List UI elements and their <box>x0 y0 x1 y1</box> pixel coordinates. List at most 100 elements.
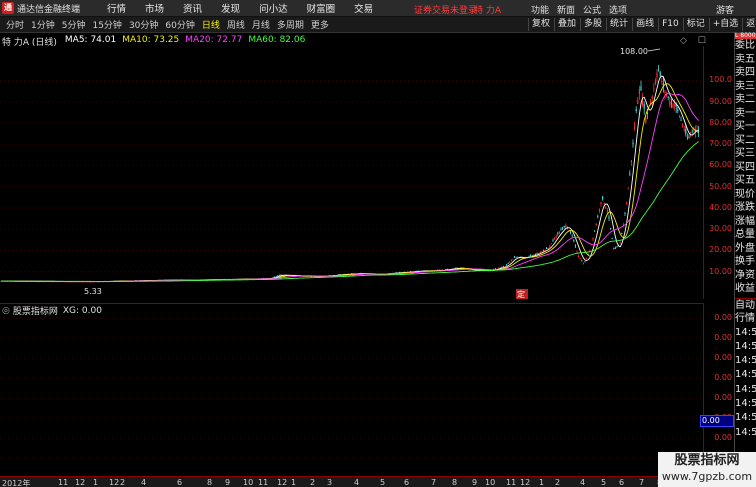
function-button[interactable]: 复权 <box>528 18 553 31</box>
period-tab[interactable]: 分时 <box>6 18 24 31</box>
low-price-label: 5.33 <box>84 287 102 296</box>
period-tabs: 分时 1分钟 5分钟 15分钟 30分钟 60分钟 日线 周线 月线 多周期 更多 <box>6 18 336 31</box>
current-stock-title: 特 力A <box>474 6 502 16</box>
candle-body <box>541 251 543 253</box>
candle-body <box>672 103 674 108</box>
candle-body <box>656 72 658 78</box>
candle-body <box>682 124 684 126</box>
candle-body <box>661 81 663 82</box>
candle-body <box>547 248 549 249</box>
period-tab[interactable]: 60分钟 <box>165 18 194 31</box>
menu-item[interactable]: 资讯 <box>183 1 202 15</box>
function-button[interactable]: 画线 <box>632 18 657 31</box>
indicator-tick-label: 0.00 <box>714 433 732 442</box>
quote-field-label: 涨跌 <box>735 202 755 213</box>
candle-body <box>664 91 666 93</box>
tick-time: 14:5 <box>735 397 756 409</box>
candle-body <box>469 269 471 271</box>
function-button[interactable]: +自选 <box>708 18 742 31</box>
function-button[interactable]: 返回 <box>742 18 756 31</box>
price-chart[interactable]: 108.00 5.33 定 <box>0 46 703 299</box>
date-tick-label: 11 <box>58 478 69 487</box>
app-name: 通达信金融终端 <box>17 4 81 15</box>
menu-item[interactable]: 交易 <box>354 1 373 15</box>
candle-body <box>536 253 538 254</box>
tick-time: 14:5 <box>735 340 756 352</box>
date-tick-label: 6 <box>177 478 183 487</box>
period-tab[interactable]: 日线 <box>202 18 220 31</box>
period-tab[interactable]: 30分钟 <box>129 18 158 31</box>
date-tick-label: 6 <box>619 478 625 487</box>
tick-panel-label[interactable]: 行情 <box>735 312 756 326</box>
date-tick-label: 10 <box>243 478 254 487</box>
ma10-line <box>1 83 699 283</box>
date-tick-label: 3 <box>327 478 333 487</box>
candle-body <box>531 255 533 257</box>
function-button[interactable]: F10 <box>658 18 682 31</box>
function-button[interactable]: 多股 <box>580 18 605 31</box>
period-tab[interactable]: 多周期 <box>277 18 304 31</box>
period-tab[interactable]: 15分钟 <box>92 18 121 31</box>
candle-body <box>683 129 685 131</box>
candle-body <box>563 226 565 227</box>
period-tab[interactable]: 1分钟 <box>31 18 55 31</box>
candle-body <box>610 228 612 229</box>
chart-toggle-icons[interactable]: ◇ ☐ <box>680 36 710 46</box>
price-tick-label: 20.00 <box>709 245 732 255</box>
function-button[interactable]: 叠加 <box>554 18 579 31</box>
function-button[interactable]: 标记 <box>682 18 708 31</box>
indicator-tick-label: 0.00 <box>714 373 732 382</box>
indicator-name[interactable]: 股票指标网 <box>13 304 58 317</box>
trade-login-status[interactable]: 证券交易未登录 <box>414 3 477 16</box>
quote-field-label: 总量 <box>735 229 755 240</box>
candle-body <box>554 238 556 240</box>
right-menu-item[interactable]: 功能 <box>531 3 549 16</box>
ma-legend-item: MA60: 82.06 <box>248 35 306 45</box>
function-buttons: 复权叠加多股统计画线F10标记+自选返回 <box>528 18 756 31</box>
tick-panel-label[interactable]: 自动 <box>735 299 756 313</box>
tick-time: 14:5 <box>735 326 756 338</box>
quote-field-label: 卖三 <box>735 80 755 92</box>
function-button[interactable]: 统计 <box>606 18 631 31</box>
tick-time: 14:5 <box>735 369 756 381</box>
main-menu: 行情 市场 资讯 发现 问小达 财富圈 交易 <box>107 1 392 15</box>
candle-body <box>507 262 509 264</box>
candle-body <box>686 137 688 139</box>
price-tick-label: 80.00 <box>709 117 732 127</box>
candle-body <box>544 249 546 251</box>
candle-body <box>626 202 628 204</box>
right-menu: 功能 新面 公式 选项 <box>531 3 635 16</box>
date-tick-label: 1 <box>539 478 545 487</box>
period-tab[interactable]: 月线 <box>252 18 270 31</box>
menu-item[interactable]: 问小达 <box>259 1 288 15</box>
date-tick-label: 2 <box>310 478 316 487</box>
candle-body <box>574 245 576 247</box>
quote-field-label: 外盘 <box>735 242 755 254</box>
guest-user[interactable]: 游客 <box>716 3 734 16</box>
menu-item[interactable]: 发现 <box>221 1 240 15</box>
indicator-toggle-icon[interactable]: ◎ <box>2 306 10 316</box>
right-menu-item[interactable]: 选项 <box>609 3 627 16</box>
candle-body <box>634 127 636 129</box>
price-axis: 100.0 90.00 80.00 70.00 60.00 50.00 40.00 30.00… <box>703 46 734 299</box>
quote-field-label: 卖四 <box>735 67 755 78</box>
title-menu-bar: 通 通达信金融终端 行情 市场 资讯 发现 问小达 财富圈 交易 证券交易未登录 特 力A … <box>0 0 756 17</box>
right-menu-item[interactable]: 新面 <box>557 3 575 16</box>
period-tab[interactable]: 更多 <box>311 18 329 31</box>
menu-item[interactable]: 市场 <box>145 1 164 15</box>
period-tab[interactable]: 5分钟 <box>62 18 86 31</box>
menu-item[interactable]: 财富圈 <box>307 1 336 15</box>
candle-body <box>670 102 672 104</box>
candle-body <box>658 69 660 71</box>
quote-field-label: 卖五 <box>735 53 755 65</box>
tick-time: 14:5 <box>735 412 756 424</box>
period-tab[interactable]: 周线 <box>227 18 245 31</box>
menu-item[interactable]: 行情 <box>107 1 126 15</box>
candle-body <box>515 256 517 258</box>
event-marker-label[interactable]: 定 <box>517 289 525 299</box>
price-tick-label: 70.00 <box>709 139 732 149</box>
indicator-chart[interactable] <box>0 303 703 475</box>
app-logo-icon: 通 <box>2 2 14 14</box>
candle-body <box>598 209 600 212</box>
right-menu-item[interactable]: 公式 <box>583 3 601 16</box>
